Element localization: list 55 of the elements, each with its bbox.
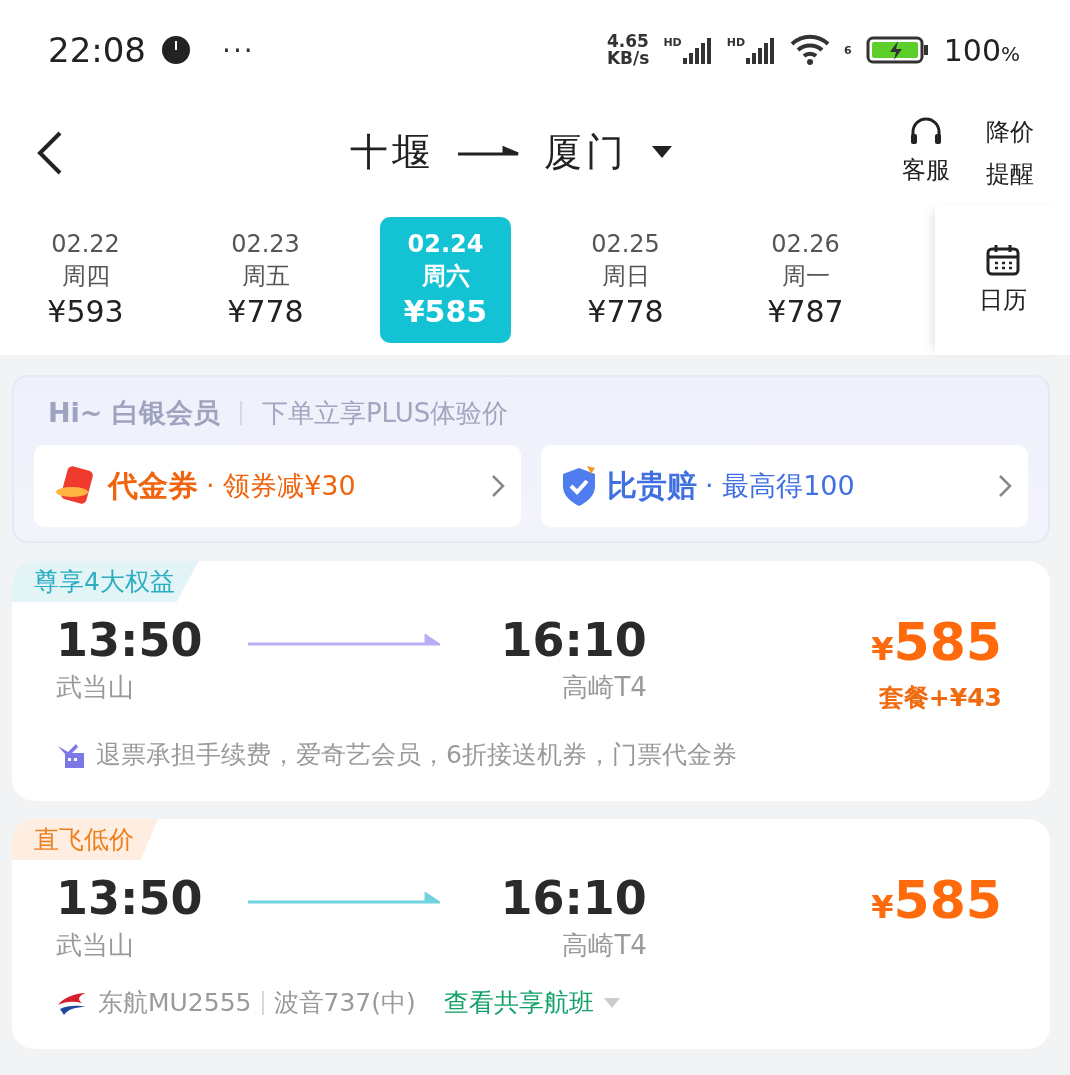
date-tab[interactable]: 02.26 周一 ¥787 (740, 217, 871, 343)
perks-text: 退票承担手续费，爱奇艺会员，6折接送机券，门票代金券 (96, 739, 737, 771)
package-price: 套餐+¥43 (878, 682, 1002, 714)
customer-service-button[interactable]: 客服 (888, 115, 964, 190)
battery-icon (865, 35, 930, 65)
date-tab[interactable]: 02.22 周四 ¥593 (20, 217, 151, 343)
caret-icon (603, 997, 620, 1008)
dropdown-icon[interactable] (652, 145, 672, 160)
price-alert-button[interactable]: 降价提醒 (980, 110, 1040, 195)
percent-sign: % (1001, 41, 1020, 66)
departure-airport: 武当山 (56, 929, 135, 962)
member-slogan: 下单立享PLUS体验价 (261, 396, 509, 430)
arrival-airport: 高崎T4 (562, 671, 647, 704)
destination-city: 厦门 (544, 129, 628, 176)
airline-logo-icon (56, 990, 88, 1015)
arrival-time: 16:10 (500, 612, 647, 669)
clock-icon (160, 34, 192, 66)
departure-time: 13:50 (56, 870, 203, 927)
departure-time: 13:50 (56, 612, 203, 669)
origin-city: 十堰 (350, 129, 434, 176)
date-tab[interactable]: 02.23 周五 ¥778 (200, 217, 331, 343)
departure-airport: 武当山 (56, 671, 135, 704)
calendar-icon (985, 244, 1020, 276)
flight-price: ¥585 (871, 611, 1002, 674)
arrival-airport: 高崎T4 (562, 929, 647, 962)
wifi-icon (790, 34, 831, 66)
hd-label: HD (726, 36, 746, 49)
member-greeting: Hi~ 白银会员 (48, 396, 220, 430)
flight-price: ¥585 (871, 869, 1002, 932)
flight-card[interactable]: 直飞低价 13:50 武当山 16:10 高崎T4 ¥585 东航MU2555 波音737(中) 查看共享航班 (12, 819, 1050, 1049)
offer-detail: · 领券减¥30 (206, 469, 356, 503)
flight-number: 东航MU2555 (98, 987, 252, 1019)
status-time: 22:08 (48, 30, 146, 70)
arrival-time: 16:10 (500, 870, 647, 927)
offer-button[interactable]: 比贵赔 · 最高得100 (541, 445, 1028, 527)
calendar-button[interactable]: 日历 (935, 205, 1070, 355)
flight-card[interactable]: 尊享4大权益 13:50 武当山 16:10 高崎T4 ¥585 套餐+¥43 退票承担手续费，爱奇艺会员，6折接送机券，门票代金券 (12, 561, 1050, 801)
wifi-label: 6 (844, 43, 852, 57)
net-speed-unit: KB/s (606, 50, 650, 67)
offer-detail: · 最高得100 (705, 469, 855, 503)
signal-icon (682, 36, 713, 64)
offer-title: 代金券 (108, 466, 198, 505)
offer-title: 比贵赔 (607, 466, 697, 505)
flight-tag: 尊享4大权益 (12, 561, 199, 602)
more-dots: ··· (222, 33, 255, 67)
back-icon[interactable] (36, 130, 64, 175)
signal-icon (746, 36, 777, 64)
chevron-right-icon (998, 474, 1012, 498)
aircraft-type: 波音737(中) (273, 987, 416, 1019)
hd-label: HD (663, 36, 682, 49)
flight-tag: 直飞低价 (12, 819, 158, 860)
battery-percent: 100 (943, 32, 1001, 68)
net-speed: 4.65 (606, 33, 650, 50)
chevron-right-icon (491, 474, 505, 498)
date-tab[interactable]: 02.25 周日 ¥778 (560, 217, 691, 343)
